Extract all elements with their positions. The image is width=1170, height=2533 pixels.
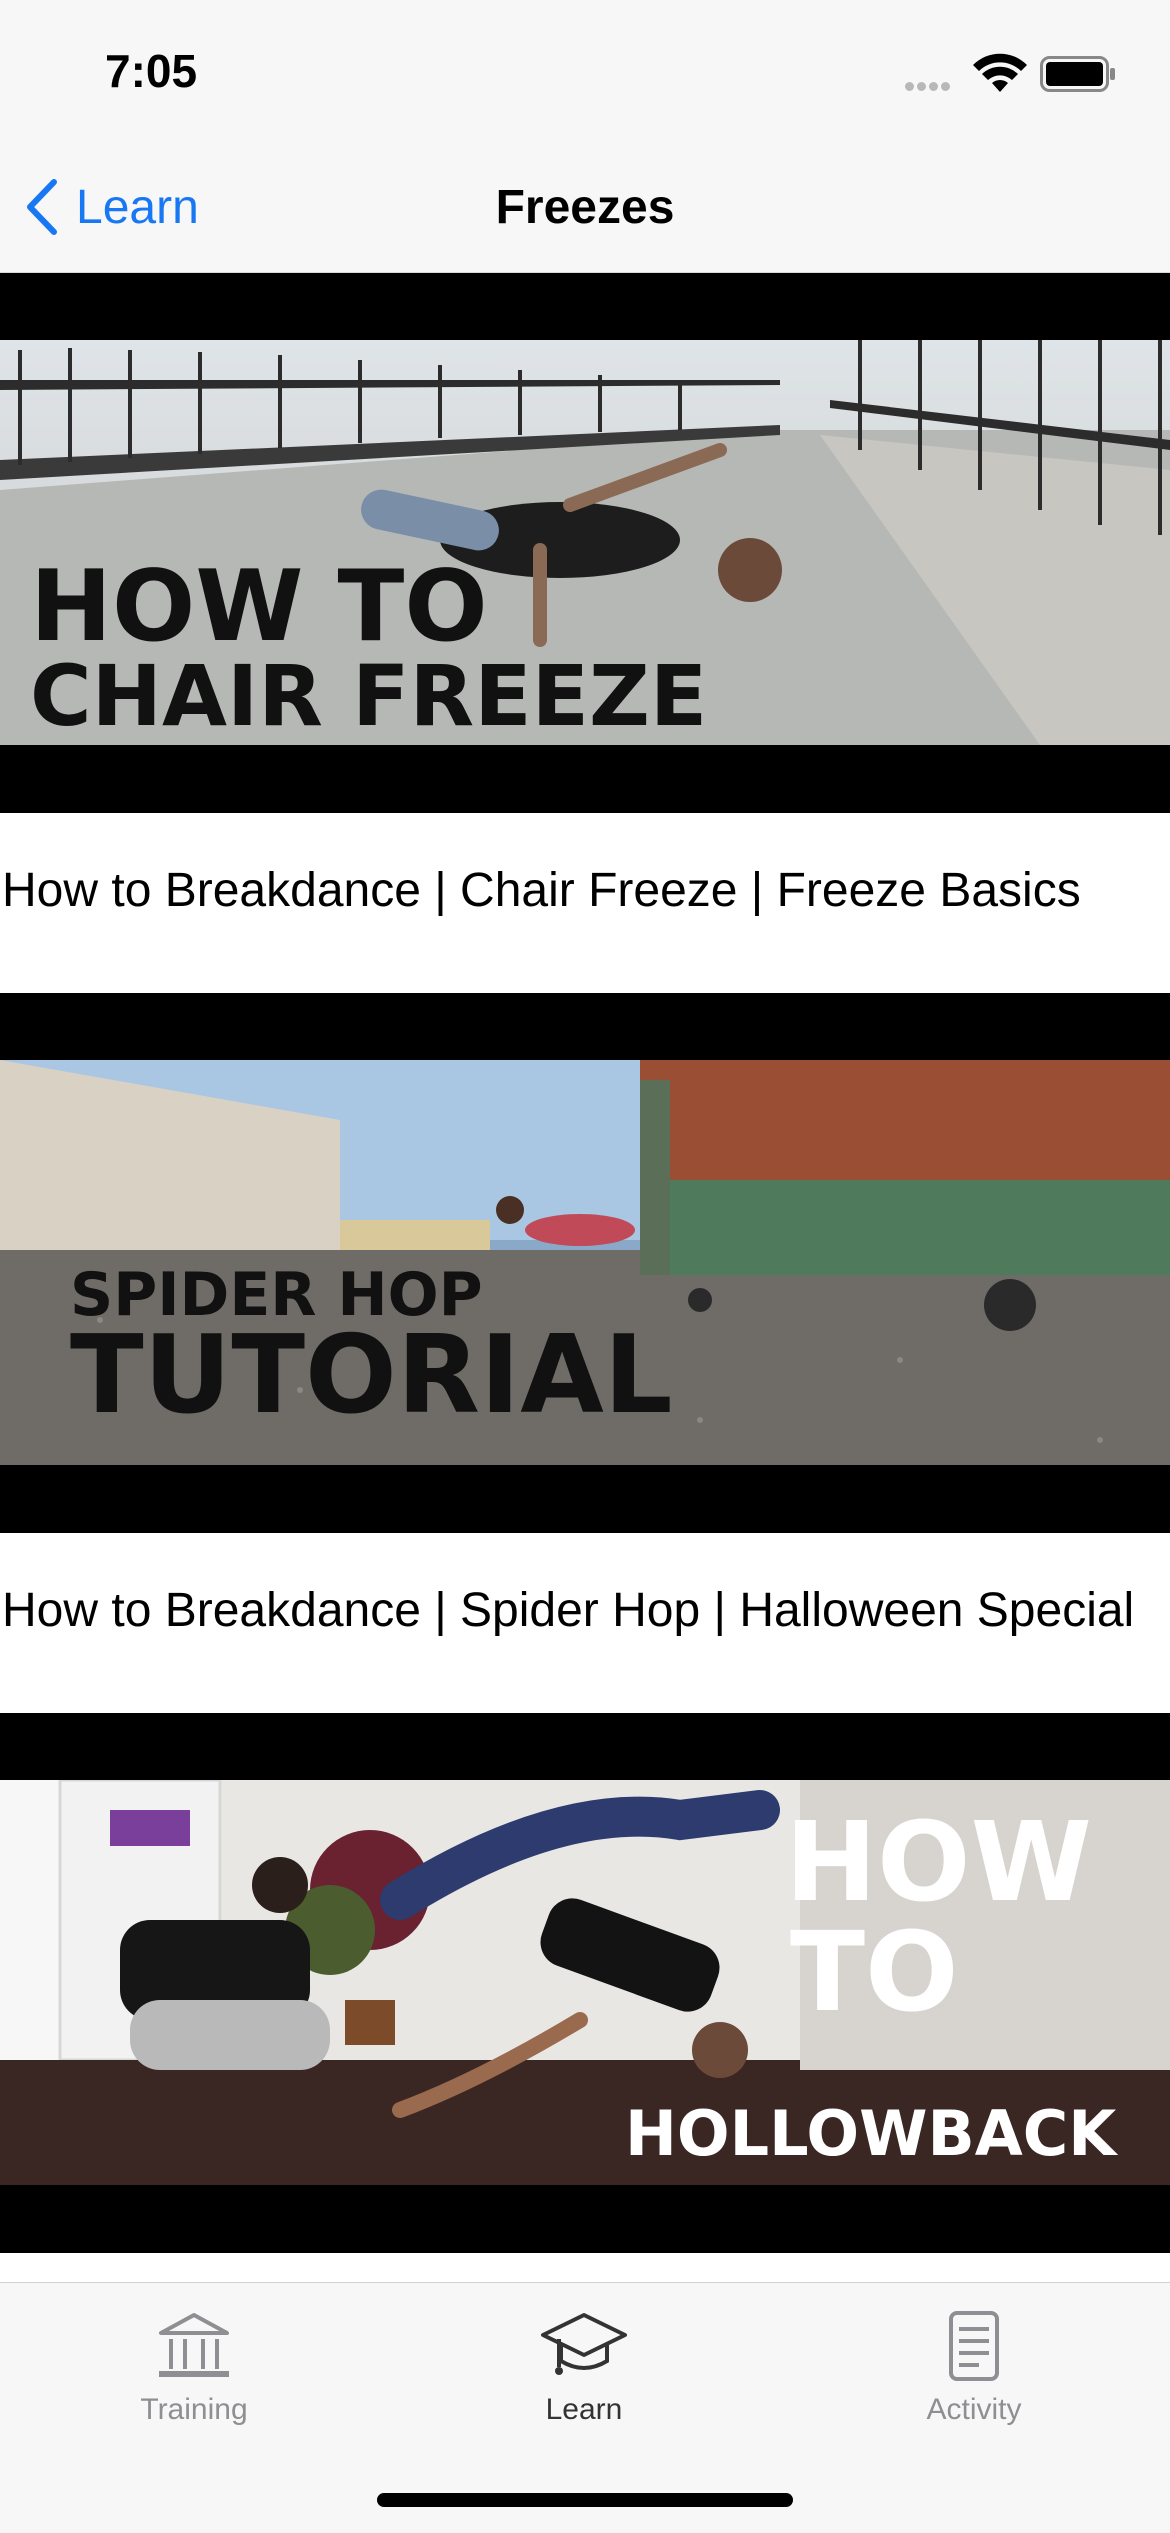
tab-learn[interactable]: Learn: [434, 2309, 734, 2427]
bank-icon: [159, 2313, 229, 2377]
thumbnail-image: HOW TO HOLLOWBACK: [0, 1780, 1170, 2185]
video-thumbnail[interactable]: SPIDER HOP TUTORIAL: [0, 993, 1170, 1533]
video-title[interactable]: How to Breakdance | Chair Freeze | Freez…: [0, 813, 1170, 993]
battery-icon: [1040, 56, 1115, 92]
navigation-bar: Learn Freezes: [0, 150, 1170, 273]
tab-activity[interactable]: Activity: [824, 2309, 1124, 2427]
thumbnail-text: HOW: [785, 1798, 1092, 1926]
list-item[interactable]: HOW TO CHAIR FREEZE How to Breakdance | …: [0, 273, 1170, 993]
video-list[interactable]: HOW TO CHAIR FREEZE How to Breakdance | …: [0, 273, 1170, 2253]
thumbnail-image: HOW TO CHAIR FREEZE: [0, 340, 1170, 745]
video-thumbnail[interactable]: HOW TO CHAIR FREEZE: [0, 273, 1170, 813]
thumbnail-text: CHAIR FREEZE: [30, 647, 707, 745]
video-title[interactable]: How to Breakdance | Spider Hop | Hallowe…: [0, 1533, 1170, 1713]
tab-training[interactable]: Training: [44, 2309, 344, 2427]
document-icon: [949, 2311, 999, 2381]
thumbnail-text: TO: [790, 1908, 959, 2036]
tab-label: Learn: [545, 2393, 623, 2426]
cellular-signal-icon: [905, 78, 953, 96]
list-item[interactable]: SPIDER HOP TUTORIAL How to Breakdance | …: [0, 993, 1170, 1713]
thumbnail-image: SPIDER HOP TUTORIAL: [0, 1060, 1170, 1465]
tab-label: Training: [140, 2393, 248, 2426]
home-indicator[interactable]: [377, 2493, 793, 2507]
thumbnail-text: TUTORIAL: [70, 1313, 673, 1438]
graduation-cap-icon: [541, 2313, 627, 2375]
status-time: 7:05: [105, 45, 198, 97]
list-item[interactable]: HOW TO HOLLOWBACK: [0, 1713, 1170, 2253]
status-bar: 7:05: [0, 0, 1170, 150]
video-thumbnail[interactable]: HOW TO HOLLOWBACK: [0, 1713, 1170, 2253]
tab-label: Activity: [926, 2393, 1022, 2426]
wifi-icon: [973, 53, 1027, 92]
thumbnail-text: HOLLOWBACK: [625, 2097, 1118, 2170]
page-title: Freezes: [495, 181, 675, 234]
